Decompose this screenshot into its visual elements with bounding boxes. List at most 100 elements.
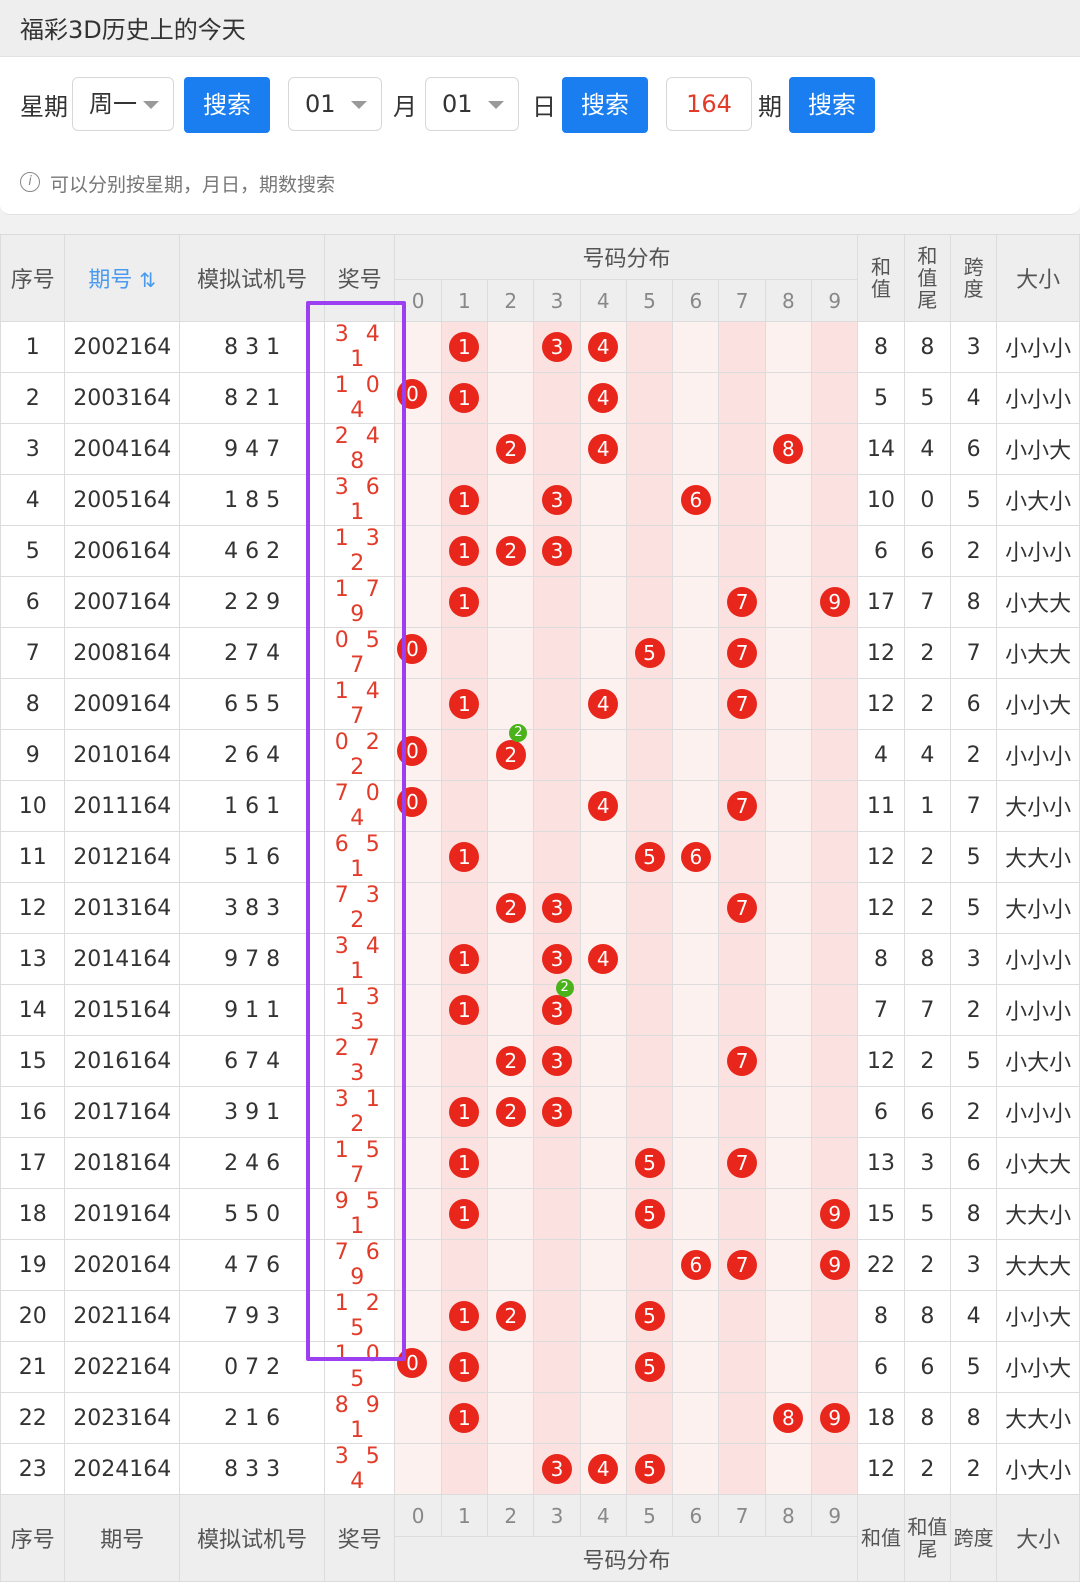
dist-cell [672, 1035, 720, 1087]
row-prize: 1 0 5 [324, 1341, 396, 1393]
dist-cell: 5 [625, 1137, 674, 1189]
row-size: 大大小 [996, 831, 1080, 883]
dist-cell [533, 1188, 581, 1240]
row-sim: 7 9 3 [179, 1290, 326, 1342]
period-input[interactable]: 164 [666, 77, 752, 131]
dist-cell: 4 [579, 678, 627, 730]
number-ball: 3 [541, 1046, 572, 1076]
dist-cell [487, 831, 535, 883]
number-ball: 0 [397, 634, 428, 664]
row-span: 3 [949, 321, 998, 373]
month-label: 月 [393, 93, 417, 121]
dist-cell [487, 678, 535, 730]
dist-cell [672, 882, 720, 934]
search-weekday-button[interactable]: 搜索 [184, 77, 270, 133]
row-period: 2019164 [64, 1188, 181, 1240]
search-period-button[interactable]: 搜索 [789, 77, 875, 133]
row-prize: 1 7 9 [324, 576, 396, 628]
dist-cell [625, 1086, 674, 1138]
digit-footer: 9 [811, 1494, 859, 1537]
dist-cell [579, 1035, 627, 1087]
row-index: 2 [0, 372, 66, 424]
number-ball: 1 [449, 1097, 480, 1127]
row-prize: 9 5 1 [324, 1188, 396, 1240]
row-sim: 4 6 2 [179, 525, 326, 577]
number-ball: 1 [449, 842, 480, 872]
row-size: 小大大 [996, 627, 1080, 679]
number-ball: 0 [397, 736, 428, 766]
dist-cell [625, 576, 674, 628]
row-sum-tail: 2 [903, 1443, 951, 1495]
number-ball: 2 [495, 1046, 526, 1076]
dist-cell [811, 678, 859, 730]
row-period: 2014164 [64, 933, 181, 985]
day-select[interactable]: 01 [425, 77, 519, 131]
dist-cell: 0 [394, 780, 442, 832]
dist-cell [394, 1290, 442, 1342]
dist-cell [718, 831, 766, 883]
dist-cell [533, 372, 581, 424]
dist-cell [533, 678, 581, 730]
dist-cell [764, 1239, 813, 1291]
number-ball: 4 [588, 689, 619, 719]
row-sum: 15 [857, 1188, 905, 1240]
row-sum: 8 [857, 1290, 905, 1342]
dist-cell: 1 [440, 1137, 489, 1189]
table-row: 8 2009164 6 5 51 4 7 1 4 7 12 2 6 小小大 [0, 678, 1080, 730]
dist-cell: 1 [440, 372, 489, 424]
dist-cell [440, 780, 489, 832]
dist-cell [533, 576, 581, 628]
dist-cell [764, 780, 813, 832]
row-prize: 0 5 7 [324, 627, 396, 679]
dist-cell [764, 1341, 813, 1393]
row-sim: 5 1 6 [179, 831, 326, 883]
row-prize: 1 5 7 [324, 1137, 396, 1189]
row-sim: 2 2 9 [179, 576, 326, 628]
table-row: 12 2013164 3 8 37 3 2 2 3 7 12 2 5 大小小 [0, 882, 1080, 934]
dist-cell [394, 474, 442, 526]
sort-icon[interactable]: ⇅ [139, 268, 156, 292]
row-prize: 7 3 2 [324, 882, 396, 934]
month-select[interactable]: 01 [288, 77, 382, 131]
dist-cell: 5 [625, 1188, 674, 1240]
dist-cell: 1 [440, 831, 489, 883]
dist-cell [764, 321, 813, 373]
row-sim: 9 7 8 [179, 933, 326, 985]
dist-cell: 4 [579, 372, 627, 424]
row-prize: 7 0 4 [324, 780, 396, 832]
dist-cell [487, 372, 535, 424]
number-ball: 7 [727, 1046, 758, 1076]
dist-cell [718, 1188, 766, 1240]
row-sum: 22 [857, 1239, 905, 1291]
digit-footer: 7 [718, 1494, 766, 1537]
row-prize: 3 1 2 [324, 1086, 396, 1138]
table-row: 9 2010164 2 6 40 2 2 0 2 2 4 4 2 小小小 [0, 724, 1080, 781]
dist-cell: 22 [487, 724, 535, 781]
dist-cell [811, 525, 859, 577]
dist-cell [718, 474, 766, 526]
row-span: 6 [949, 678, 998, 730]
row-sum: 10 [857, 474, 905, 526]
dist-cell [394, 1239, 442, 1291]
dist-cell: 2 [487, 882, 535, 934]
dist-cell [764, 882, 813, 934]
number-ball: 1 [449, 536, 480, 566]
dist-cell: 6 [672, 1239, 720, 1291]
row-sum-tail: 2 [903, 831, 951, 883]
digit-header: 4 [579, 279, 627, 322]
dist-cell [811, 1290, 859, 1342]
row-size: 大大小 [996, 1188, 1080, 1240]
row-sum-tail: 1 [903, 780, 951, 832]
dist-cell: 1 [440, 321, 489, 373]
weekday-select[interactable]: 周一 [72, 77, 174, 131]
search-date-button[interactable]: 搜索 [562, 77, 648, 133]
dist-cell [579, 984, 627, 1036]
dist-cell [718, 372, 766, 424]
dist-cell [718, 1086, 766, 1138]
header-period[interactable]: 期号 ⇅ [64, 234, 181, 322]
digit-header: 1 [440, 279, 489, 322]
dist-cell [394, 831, 442, 883]
row-sum-tail: 3 [903, 1137, 951, 1189]
row-size: 大小小 [996, 780, 1080, 832]
month-value: 01 [305, 90, 336, 118]
